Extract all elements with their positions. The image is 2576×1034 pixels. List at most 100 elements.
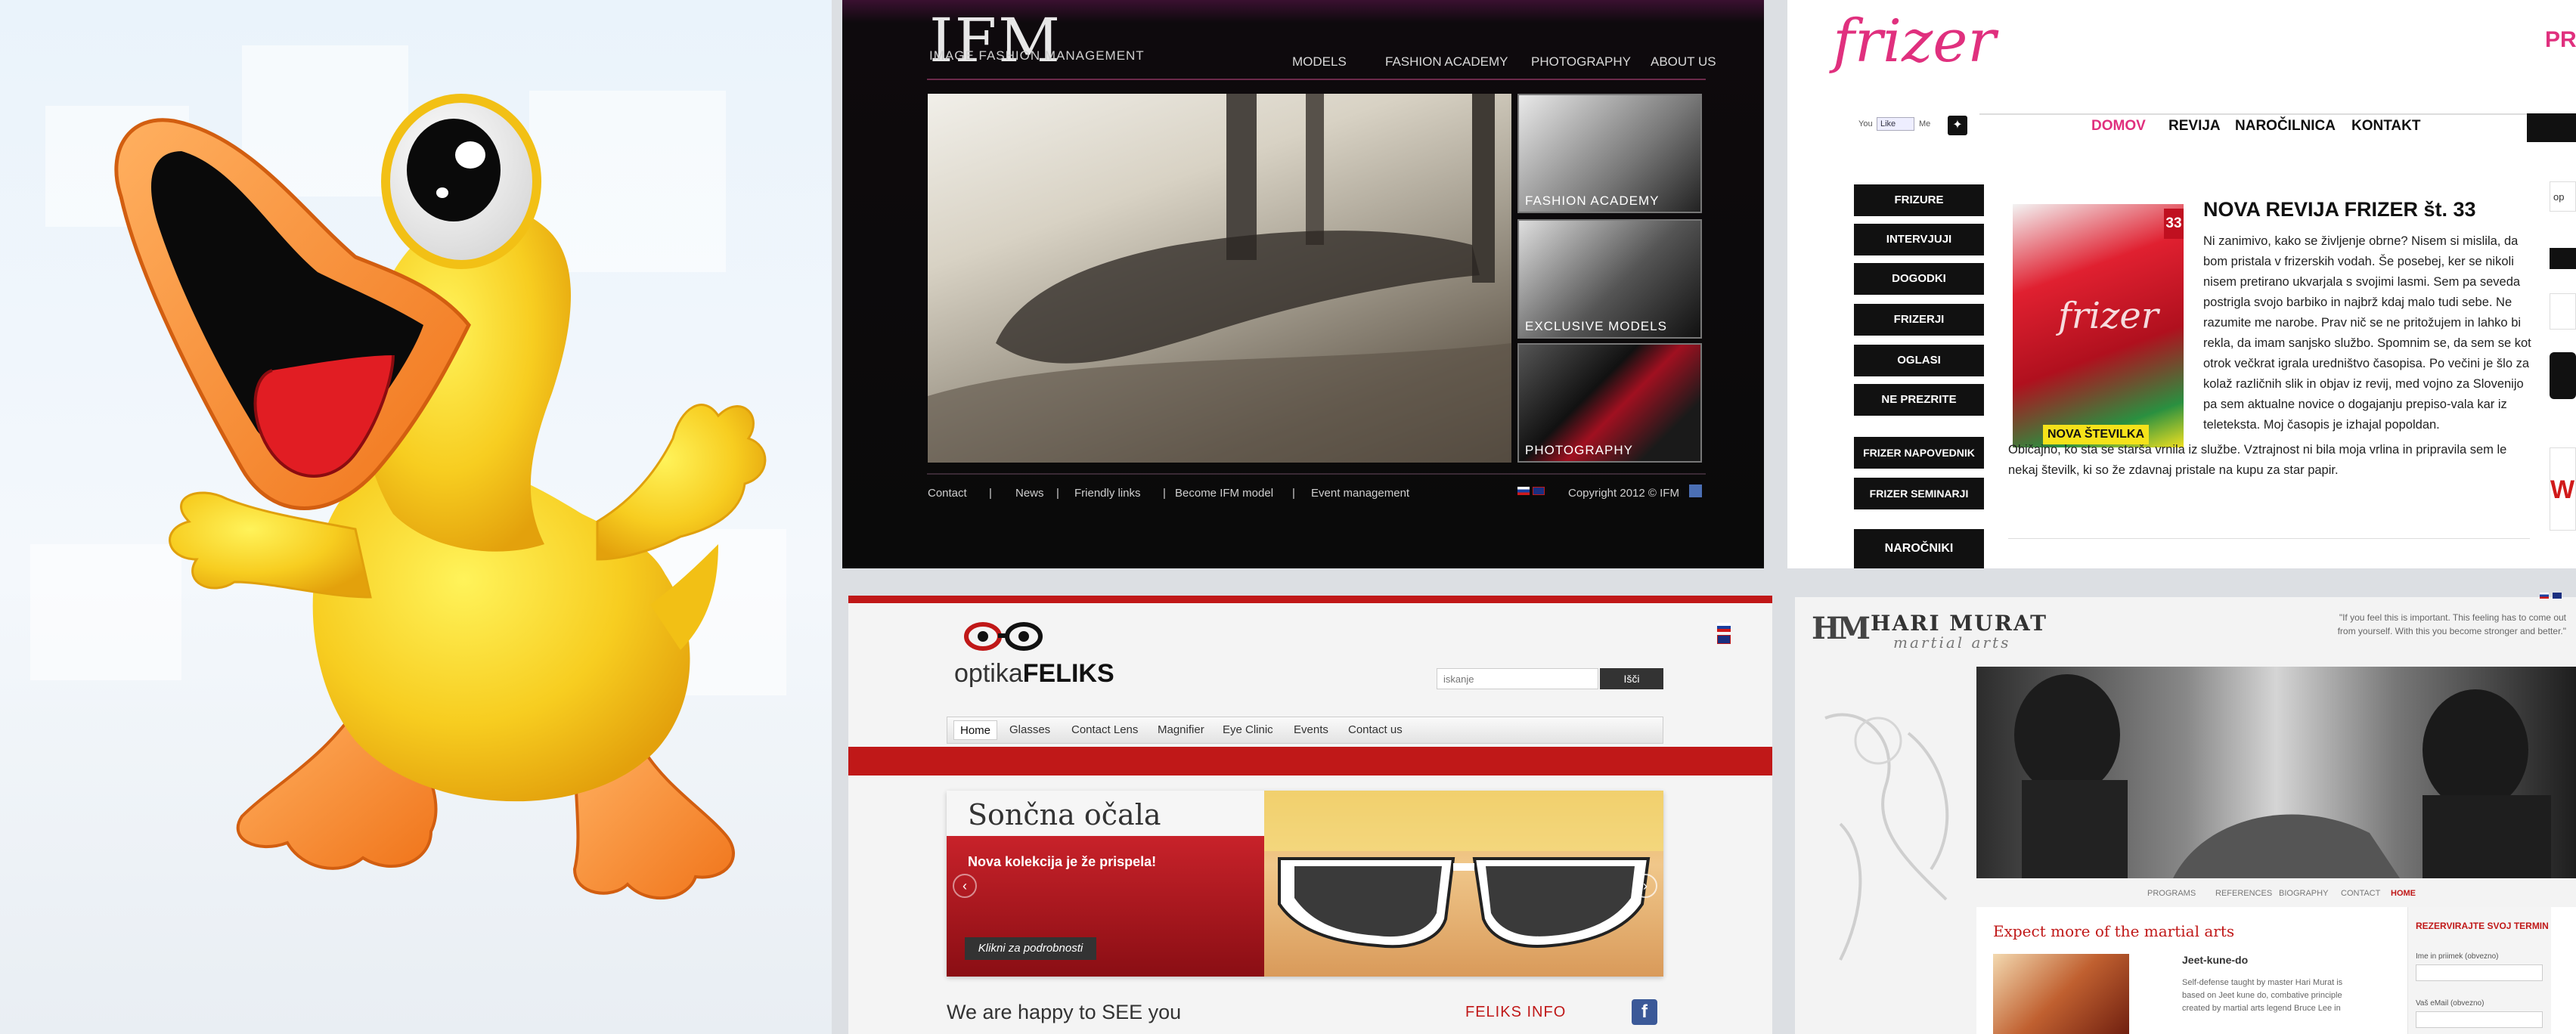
model-silhouette-image — [928, 94, 1511, 463]
hari-murat-page: HM HARI MURAT martial arts "If you feel … — [1795, 593, 2576, 1034]
frizer-side-frizerji[interactable]: FRIZERJI — [1854, 304, 1984, 336]
nav-top-rule — [1979, 113, 2576, 115]
optika-nav-glasses[interactable]: Glasses — [1009, 723, 1050, 736]
facebook-like-button[interactable]: Like — [1877, 117, 1914, 131]
optika-nav-home[interactable]: Home — [953, 720, 997, 740]
hm-content-area: Expect more of the martial arts Jeet-kun… — [1976, 907, 2576, 1034]
name-field-label: Ime in priimek (obvezno) — [2416, 952, 2499, 961]
hm-section-heading: Expect more of the martial arts — [1993, 922, 2235, 940]
frizer-side-seminarji[interactable]: FRIZER SEMINARJI — [1854, 478, 1984, 509]
ifm-footer-become-model[interactable]: Become IFM model — [1175, 487, 1273, 500]
ifm-nav-photography[interactable]: PHOTOGRAPHY — [1531, 54, 1631, 70]
ifm-copyright: Copyright 2012 © IFM — [1568, 487, 1679, 500]
optika-nav-events[interactable]: Events — [1294, 723, 1328, 736]
feliks-info-heading: FELIKS INFO — [1465, 1004, 1567, 1020]
social-me-label: Me — [1919, 119, 1931, 128]
ifm-footer-contact[interactable]: Contact — [928, 487, 967, 500]
facebook-icon[interactable] — [1689, 484, 1702, 497]
article-divider — [2008, 538, 2530, 539]
ifm-hero-photo[interactable] — [928, 94, 1511, 463]
ifm-thumb-exclusive-models[interactable]: EXCLUSIVE MODELS — [1517, 219, 1702, 339]
article-body: Ni zanimivo, kako se življenje obrne? Ni… — [2203, 234, 2531, 432]
search-button[interactable]: Išči — [1600, 668, 1663, 689]
ifm-nav-fashion-academy[interactable]: FASHION ACADEMY — [1385, 54, 1508, 70]
ifm-thumb-fashion-academy[interactable]: FASHION ACADEMY — [1517, 94, 1702, 213]
glasses-logo-icon[interactable] — [962, 618, 1045, 655]
ifm-nav-about-us[interactable]: ABOUT US — [1651, 54, 1716, 70]
optika-hero-slider[interactable]: Sončna očala Nova kolekcija je že prispe… — [947, 791, 1663, 977]
duck-mascot-panel — [0, 0, 832, 1034]
hm-item-title[interactable]: Jeet-kune-do — [2182, 954, 2248, 966]
jeet-kune-do-photo[interactable] — [1993, 954, 2129, 1034]
article-title[interactable]: NOVA REVIJA FRIZER št. 33 — [2203, 198, 2476, 221]
thumb-label: PHOTOGRAPHY — [1525, 443, 1633, 457]
frizer-side-dogodki[interactable]: DOGODKI — [1854, 263, 1984, 295]
separator: | — [1292, 487, 1295, 500]
slovenian-flag-icon[interactable] — [2540, 593, 2549, 599]
banner-scallop-edge — [848, 771, 1772, 776]
slider-next-arrow-icon[interactable]: › — [1633, 874, 1657, 898]
ifm-footer-news[interactable]: News — [1015, 487, 1044, 500]
optika-logo[interactable]: optikaFELIKS — [954, 659, 1114, 689]
search-input[interactable] — [1437, 668, 1598, 689]
frizer-side-napovednik[interactable]: FRIZER NAPOVEDNIK — [1854, 437, 1984, 469]
frizer-nav-revija[interactable]: REVIJA — [2168, 118, 2221, 135]
separator: | — [1056, 487, 1059, 500]
english-flag-icon[interactable] — [2553, 593, 2562, 599]
frizer-nav-narocilnica[interactable]: NAROČILNICA — [2235, 118, 2336, 135]
hm-quote: "If you feel this is important. This fee… — [2337, 612, 2566, 636]
ifm-logo-subtitle: IMAGE FASHION MANAGEMENT — [929, 48, 1145, 63]
welcome-heading: We are happy to SEE you — [947, 1001, 1182, 1023]
slide-subtitle: Nova kolekcija je že prispela! — [968, 854, 1157, 869]
ifm-nav-models[interactable]: MODELS — [1292, 54, 1347, 70]
sketch-background-image — [1824, 713, 1949, 961]
thumb-label: EXCLUSIVE MODELS — [1525, 319, 1667, 333]
optika-page: optikaFELIKS Išči Home Glasses Contact L… — [848, 596, 1772, 1034]
optika-nav-contact-us[interactable]: Contact us — [1348, 723, 1403, 736]
twitter-icon[interactable]: ✦ — [1948, 116, 1967, 135]
sunglasses-photo: › — [1264, 791, 1663, 977]
facebook-icon[interactable]: f — [1632, 999, 1657, 1025]
hm-nav-home[interactable]: HOME — [2391, 889, 2416, 898]
ifm-footer-event-management[interactable]: Event management — [1311, 487, 1409, 500]
slide-details-button[interactable]: Klikni za podrobnosti — [965, 937, 1096, 960]
right-sidebar-ad[interactable] — [2550, 352, 2576, 399]
english-flag-icon[interactable] — [1533, 487, 1545, 495]
hm-item-text: Self-defense taught by master Hari Murat… — [2182, 978, 2343, 1013]
name-field[interactable] — [2416, 964, 2543, 981]
hm-nav-programs[interactable]: PROGRAMS — [2147, 889, 2196, 898]
duck-illustration — [114, 94, 767, 900]
frizer-nav-kontakt[interactable]: KONTAKT — [2351, 118, 2420, 135]
slovenian-flag-icon[interactable] — [1517, 487, 1530, 495]
slovenian-flag-icon[interactable] — [1717, 623, 1731, 632]
ifm-page: IFM IMAGE FASHION MANAGEMENT MODELS FASH… — [842, 0, 1764, 568]
frizer-side-narocniki[interactable]: NAROČNIKI — [1854, 529, 1984, 568]
email-field[interactable] — [2416, 1011, 2543, 1028]
hm-nav-biography[interactable]: BIOGRAPHY — [2279, 889, 2328, 898]
right-sidebar-ad[interactable] — [2550, 248, 2576, 269]
hm-logo-name[interactable]: HARI MURAT — [1871, 611, 2047, 636]
right-sidebar-ad[interactable]: W — [2550, 447, 2576, 531]
frizer-logo[interactable]: frizer — [1833, 8, 1996, 76]
cover-issue-number: 33 — [2164, 209, 2184, 239]
ifm-thumb-photography[interactable]: PHOTOGRAPHY — [1517, 343, 1702, 463]
hm-nav-references[interactable]: REFERENCES — [2215, 889, 2272, 898]
hm-nav-contact[interactable]: CONTACT — [2341, 889, 2380, 898]
hm-logo-mark[interactable]: HM — [1812, 611, 1871, 646]
slide-title: Sončna očala — [968, 798, 1161, 831]
frizer-side-oglasi[interactable]: OGLASI — [1854, 345, 1984, 376]
right-sidebar-ad[interactable]: op — [2550, 181, 2576, 212]
right-sidebar-ad[interactable] — [2550, 293, 2576, 330]
optika-nav-contact-lens[interactable]: Contact Lens — [1071, 723, 1138, 736]
frizer-side-ne-prezrite[interactable]: NE PREZRITE — [1854, 384, 1984, 416]
ifm-footer-friendly-links[interactable]: Friendly links — [1074, 487, 1141, 500]
english-flag-icon[interactable] — [1717, 635, 1731, 644]
logo-light-text: optika — [954, 659, 1023, 688]
slider-prev-arrow-icon[interactable]: ‹ — [953, 874, 977, 898]
frizer-nav-domov[interactable]: DOMOV — [2091, 118, 2146, 135]
frizer-side-frizure[interactable]: FRIZURE — [1854, 184, 1984, 216]
optika-nav-eye-clinic[interactable]: Eye Clinic — [1223, 723, 1273, 736]
magazine-cover-image[interactable]: 33 frizer NOVA ŠTEVILKA — [2013, 204, 2184, 447]
optika-nav-magnifier[interactable]: Magnifier — [1158, 723, 1204, 736]
frizer-side-intervjuji[interactable]: INTERVJUJI — [1854, 224, 1984, 255]
